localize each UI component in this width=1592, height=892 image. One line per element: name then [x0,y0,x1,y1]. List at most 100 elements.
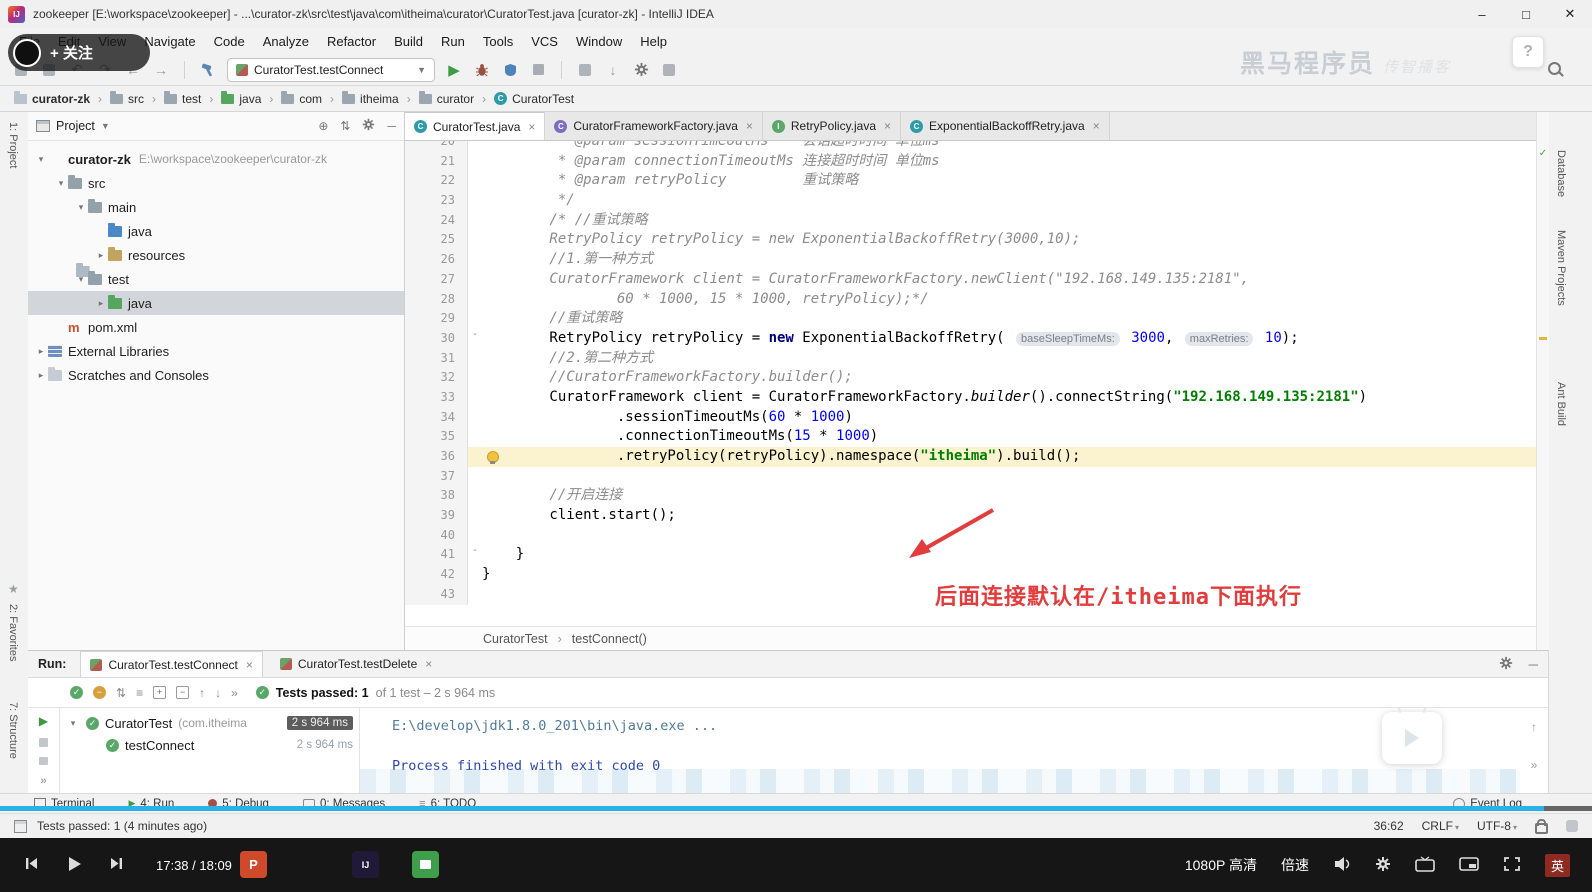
previous-video-icon[interactable] [24,856,39,874]
close-button[interactable]: ✕ [1548,0,1592,28]
next-video-icon[interactable] [109,856,124,874]
intention-bulb-icon[interactable] [487,451,499,464]
more-icon[interactable]: » [40,775,46,787]
next-test-icon[interactable]: ↓ [215,686,221,700]
tree-caret-icon[interactable]: ▸ [34,370,48,381]
tree-item-java[interactable]: ▸ java [28,291,404,315]
debug-button[interactable] [473,61,491,79]
tab-close-icon[interactable]: × [425,657,432,671]
cast-tv-icon[interactable] [1415,855,1435,875]
taskbar-app-icon[interactable] [412,851,439,878]
run-tab-curatortest-testdelete[interactable]: CuratorTest.testDelete × [271,651,441,677]
editor-tab-curatorframeworkfactory-java[interactable]: C CuratorFrameworkFactory.java × [545,112,763,140]
tab-close-icon[interactable]: × [1093,119,1100,133]
more-icon[interactable]: » [1531,758,1538,772]
player-settings-gear-icon[interactable] [1375,856,1391,875]
tree-item-curator-zk[interactable]: ▾ curator-zk E:\workspace\zookeeper\curato… [28,147,404,277]
breadcrumb-item-curatortest[interactable]: C CuratorTest [492,92,576,106]
tool-button-1-project[interactable]: 1: Project [7,122,19,168]
show-passed-icon[interactable]: ✓ [70,686,83,699]
breadcrumb-item-test[interactable]: test [162,90,203,106]
stop-button[interactable] [529,61,547,79]
download-sources-icon[interactable]: ↓ [604,61,622,79]
breadcrumb-item-curator[interactable]: curator [417,90,476,106]
play-icon[interactable] [65,855,83,876]
breadcrumb-item-curator-zk[interactable]: curator-zk [12,90,92,106]
tree-caret-icon[interactable]: ▾ [34,154,48,165]
minimize-button[interactable]: – [1460,0,1504,28]
volume-icon[interactable] [1333,856,1351,875]
collapse-all-icon[interactable]: − [176,686,190,699]
menu-item-code[interactable]: Code [205,34,254,49]
test-item-curatortest[interactable]: ▾ ✓ CuratorTest (com.itheima.cu 2 s 964 ms [60,712,359,734]
sort-by-duration-icon[interactable]: ≡ [136,686,143,700]
sort-alphabetically-icon[interactable]: ⇅ [116,686,126,700]
search-results-icon[interactable] [576,61,594,79]
console[interactable]: E:\develop\jdk1.8.0_201\bin\java.exe ...… [360,708,1520,793]
tree-item-java[interactable]: java [28,219,404,243]
tab-close-icon[interactable]: × [884,119,891,133]
tree-caret-icon[interactable]: ▸ [34,346,48,357]
editor-tab-curatortest-java[interactable]: C CuratorTest.java × [405,112,546,140]
tool-button-7-structure[interactable]: 7: Structure [7,702,19,759]
panel-gear-icon[interactable] [362,118,375,134]
menu-item-tools[interactable]: Tools [474,34,522,49]
warning-stripe-mark[interactable] [1539,337,1547,340]
menu-item-build[interactable]: Build [385,34,432,49]
tree-item-main[interactable]: ▾ main [28,195,404,219]
tree-caret-icon[interactable]: ▾ [66,718,80,729]
hide-panel-icon[interactable]: ─ [387,119,396,133]
tree-caret-icon[interactable]: ▾ [74,202,88,213]
caret-position[interactable]: 36:62 [1374,819,1404,833]
fullscreen-icon[interactable] [1503,856,1521,875]
follow-pill[interactable]: + 关注 [8,34,150,71]
speed-selector[interactable]: 倍速 [1281,855,1309,875]
quality-selector[interactable]: 1080P 高清 [1185,855,1257,875]
tool-button-maven-projects[interactable]: Maven Projects [1555,230,1567,306]
status-bar-icon[interactable] [1566,820,1578,832]
search-everywhere-icon[interactable] [1548,62,1561,78]
tool-button-2-favorites[interactable]: 2: Favorites [7,604,19,661]
settings-gear-icon[interactable] [632,61,650,79]
player-help-button[interactable]: ? [1512,36,1544,68]
taskbar-powerpoint-icon[interactable]: P [240,851,267,878]
breadcrumb-class[interactable]: CuratorTest [483,632,548,646]
follow-button[interactable]: + 关注 [50,42,93,63]
ime-indicator[interactable]: 英 [1544,853,1570,877]
rerun-tests-icon[interactable]: ▶ [39,714,48,728]
line-ending-selector[interactable]: CRLF ▾ [1422,819,1459,833]
tool-button-ant-build[interactable]: Ant Build [1555,382,1567,426]
expand-all-icon[interactable]: + [153,686,167,699]
menu-item-vcs[interactable]: VCS [522,34,567,49]
inspections-ok-icon[interactable]: ✓ [1537,148,1549,159]
hide-run-panel-icon[interactable]: ─ [1529,657,1538,672]
breadcrumb-method[interactable]: testConnect() [572,632,647,646]
tree-caret-icon[interactable]: ▾ [54,178,68,189]
show-ignored-icon[interactable]: − [93,686,106,699]
run-tab-curatortest-testconnect[interactable]: CuratorTest.testConnect × [80,651,263,677]
toolwindow-toggle-icon[interactable] [14,819,27,833]
breadcrumb-item-java[interactable]: java [219,90,263,106]
menu-item-window[interactable]: Window [567,34,631,49]
code-area[interactable]: 20 * @param sessionTimeoutMs 会话超时时间 单位ms… [405,141,1536,627]
previous-test-icon[interactable]: ↑ [199,686,205,700]
project-panel-title[interactable]: Project [56,119,95,133]
coverage-button[interactable] [501,61,519,79]
menu-item-run[interactable]: Run [432,34,474,49]
readonly-lock-icon[interactable] [1535,818,1548,834]
run-configuration-selector[interactable]: CuratorTest.testConnect ▼ [227,57,435,82]
tree-caret-icon[interactable]: ▸ [94,250,108,261]
tab-close-icon[interactable]: × [246,658,253,672]
tree-item-src[interactable]: ▾ src [28,171,404,195]
tool-button-database[interactable]: Database [1555,150,1567,197]
locate-file-icon[interactable]: ⊕ [318,119,328,133]
tab-close-icon[interactable]: × [528,120,535,134]
video-progress-bar[interactable] [0,806,1592,811]
taskbar-intellij-icon[interactable]: IJ [352,851,379,878]
chevron-down-icon[interactable]: ▼ [101,121,110,131]
favorites-star-icon[interactable]: ★ [8,582,19,596]
more-icon[interactable]: » [231,686,238,700]
project-structure-icon[interactable] [660,61,678,79]
editor-tab-exponentialbackoffretry-java[interactable]: C ExponentialBackoffRetry.java × [901,112,1110,140]
editor-tab-retrypolicy-java[interactable]: I RetryPolicy.java × [762,112,902,140]
